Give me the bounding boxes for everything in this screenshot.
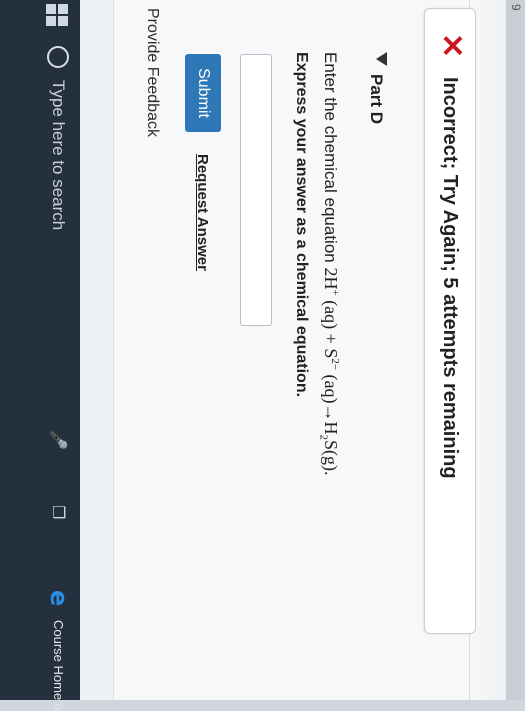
eq-term-2: (aq) + S [321,295,341,359]
question-text: Enter the chemical equation 2H+ (aq) + S… [317,52,341,476]
screen: 9 ✕ Incorrect; Try Again; 5 attempts rem… [0,0,525,711]
cortana-circle-icon[interactable] [47,46,69,68]
answer-input[interactable] [240,54,272,326]
bezel-fragment: 9 [509,4,523,11]
alert-message: Incorrect; Try Again; 5 attempts remaini… [439,77,461,479]
request-answer-link[interactable]: Request Answer [194,154,211,271]
eq-term-1: 2H [321,267,341,290]
eq-sup-2: 2− [329,358,341,371]
submit-button[interactable]: Submit [185,54,221,132]
windows-start-icon[interactable] [46,4,68,26]
incorrect-alert: ✕ Incorrect; Try Again; 5 attempts remai… [424,8,476,634]
internet-explorer-icon[interactable]: e [45,590,73,612]
close-icon: ✕ [435,33,468,59]
microphone-icon[interactable]: 🎤 [48,430,68,450]
taskbar-search-input[interactable]: Type here to search [48,80,68,230]
question-prefix: Enter the chemical equation [321,52,340,268]
eq-term-3: (aq)→H [321,370,341,435]
assignment-page: ✕ Incorrect; Try Again; 5 attempts remai… [78,0,507,700]
answer-instruction: Express your answer as a chemical equati… [293,52,310,398]
task-view-icon[interactable]: ❐ [48,505,68,519]
eq-term-4: S(g). [321,440,341,476]
course-home-tab[interactable]: Course Home a [51,620,66,711]
chemical-equation: 2H+ (aq) + S2− (aq)→H2S(g). [317,267,341,476]
provide-feedback-link[interactable]: Provide Feedback [143,8,161,137]
windows-taskbar: Type here to search 🎤 ❐ e Course Home a [0,0,80,711]
screen-bezel: 9 [507,0,525,700]
page-footer-strip [78,0,114,700]
part-title[interactable]: Part D [366,74,386,124]
collapse-triangle-icon[interactable] [376,52,387,66]
